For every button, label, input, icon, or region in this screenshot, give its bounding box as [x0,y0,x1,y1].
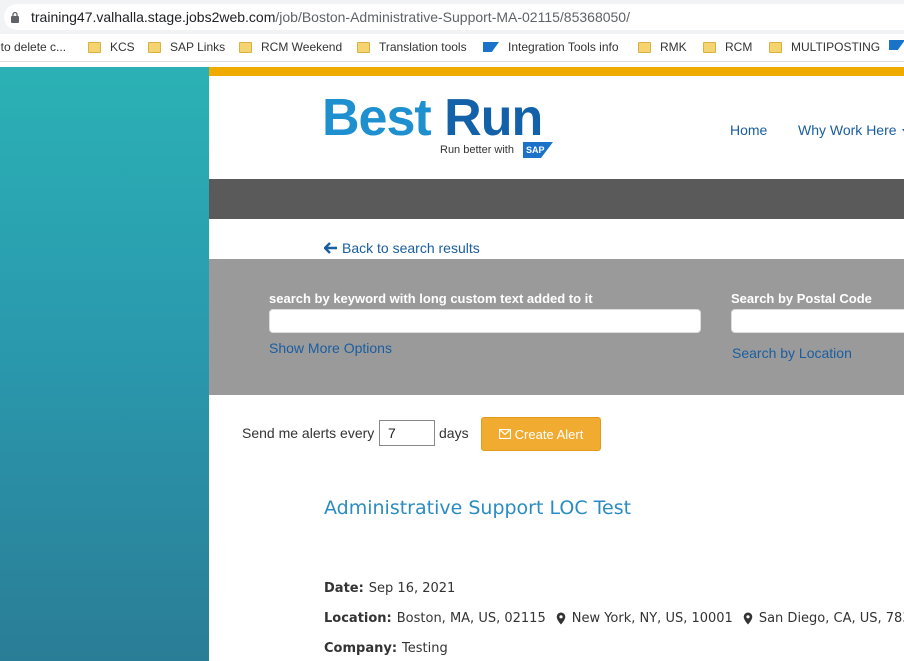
bookmark-label: RMK [660,40,687,54]
accent-bar [209,67,904,76]
back-link-label: Back to search results [342,240,480,256]
logo-best: Best [322,89,432,147]
left-decorative-panel [0,67,209,661]
job-date: Date: Sep 16, 2021 [324,581,455,596]
bookmark-label: RCM Weekend [261,40,343,54]
bookmark-kcs[interactable]: KCS [88,40,135,54]
bookmark-rmk[interactable]: RMK [638,40,687,54]
folder-icon [638,41,651,53]
nav-why-label: Why Work Here [798,122,897,138]
job-title: Administrative Support LOC Test [324,497,632,519]
map-pin-icon [556,612,566,625]
search-by-location-link[interactable]: Search by Location [732,345,852,361]
url-text[interactable]: training47.valhalla.stage.jobs2web.com/j… [31,9,630,25]
job-company: Company: Testing [324,641,448,656]
bestrun-logo[interactable]: Best Run Run better with SAP [322,92,557,160]
company-label: Company: [324,641,398,656]
bookmark-label: SAP Links [170,40,226,54]
folder-icon [703,41,716,53]
bookmark-label: KCS [110,40,135,54]
logo-run: Run [444,89,543,147]
map-pin-icon [743,612,753,625]
bookmark-label: RCM [725,40,753,54]
nav-why-work-here[interactable]: Why Work Here [798,122,904,138]
date-label: Date: [324,581,364,596]
back-to-results-link[interactable]: Back to search results [324,240,480,256]
bookmark-rcm-weekend[interactable]: RCM Weekend [239,40,342,54]
bookmarks-bar: t to delete c... KCS SAP Links RCM Weeke… [0,34,904,62]
header-gray-bar [209,179,904,219]
address-field[interactable]: training47.valhalla.stage.jobs2web.com/j… [4,4,904,30]
location-value: Boston, MA, US, 02115 [396,611,546,626]
keyword-label: search by keyword with long custom text … [269,291,593,306]
location-value: New York, NY, US, 10001 [571,611,733,626]
postal-code-label: Search by Postal Code [731,291,872,306]
bookmark-rcm[interactable]: RCM [703,40,752,54]
sap-logo: SAP [523,142,553,158]
postal-code-input[interactable] [731,309,904,333]
company-value: Testing [402,641,448,656]
location-value: San Diego, CA, US, 78384 [758,611,904,626]
bookmark-label: t to delete c... [0,40,67,54]
logo-tagline: Run better with [440,144,514,156]
folder-icon [357,41,370,53]
job-location: Location: Boston, MA, US, 02115 New York… [324,611,904,626]
alert-days-input[interactable] [379,420,435,446]
logo-wordmark: Best Run [322,89,543,147]
bookmark-translation-tools[interactable]: Translation tools [357,40,467,54]
bookmark-overflow[interactable] [889,40,904,50]
sap-icon [889,40,904,50]
bookmark-label: Translation tools [379,40,467,54]
alert-suffix: days [439,425,469,441]
envelope-icon [498,429,511,439]
nav-home-link[interactable]: Home [730,122,767,138]
sap-icon [483,42,499,52]
address-bar[interactable]: training47.valhalla.stage.jobs2web.com/j… [0,0,904,34]
show-more-options-link[interactable]: Show More Options [269,340,392,356]
keyword-input[interactable] [269,309,701,333]
create-alert-button[interactable]: Create Alert [481,417,601,451]
bookmark-label: MULTIPOSTING [791,40,881,54]
bookmark-multiposting[interactable]: MULTIPOSTING [769,40,880,54]
create-alert-label: Create Alert [514,426,584,442]
bookmark-sap-links[interactable]: SAP Links [148,40,225,54]
folder-icon [88,41,101,53]
url-host: training47.valhalla.stage.jobs2web.com [31,9,276,25]
location-label: Location: [324,611,392,626]
alert-prefix: Send me alerts every [242,425,375,441]
folder-icon [769,41,782,53]
url-path: /job/Boston-Administrative-Support-MA-02… [275,9,630,25]
date-value: Sep 16, 2021 [368,581,456,596]
folder-icon [148,41,161,53]
folder-icon [239,41,252,53]
lock-icon [11,11,19,23]
bookmark-label: Integration Tools info [508,40,619,54]
bookmark-integration-tools[interactable]: Integration Tools info [483,40,619,54]
bookmark-item[interactable]: t to delete c... [0,40,66,54]
arrow-left-icon [324,242,337,254]
